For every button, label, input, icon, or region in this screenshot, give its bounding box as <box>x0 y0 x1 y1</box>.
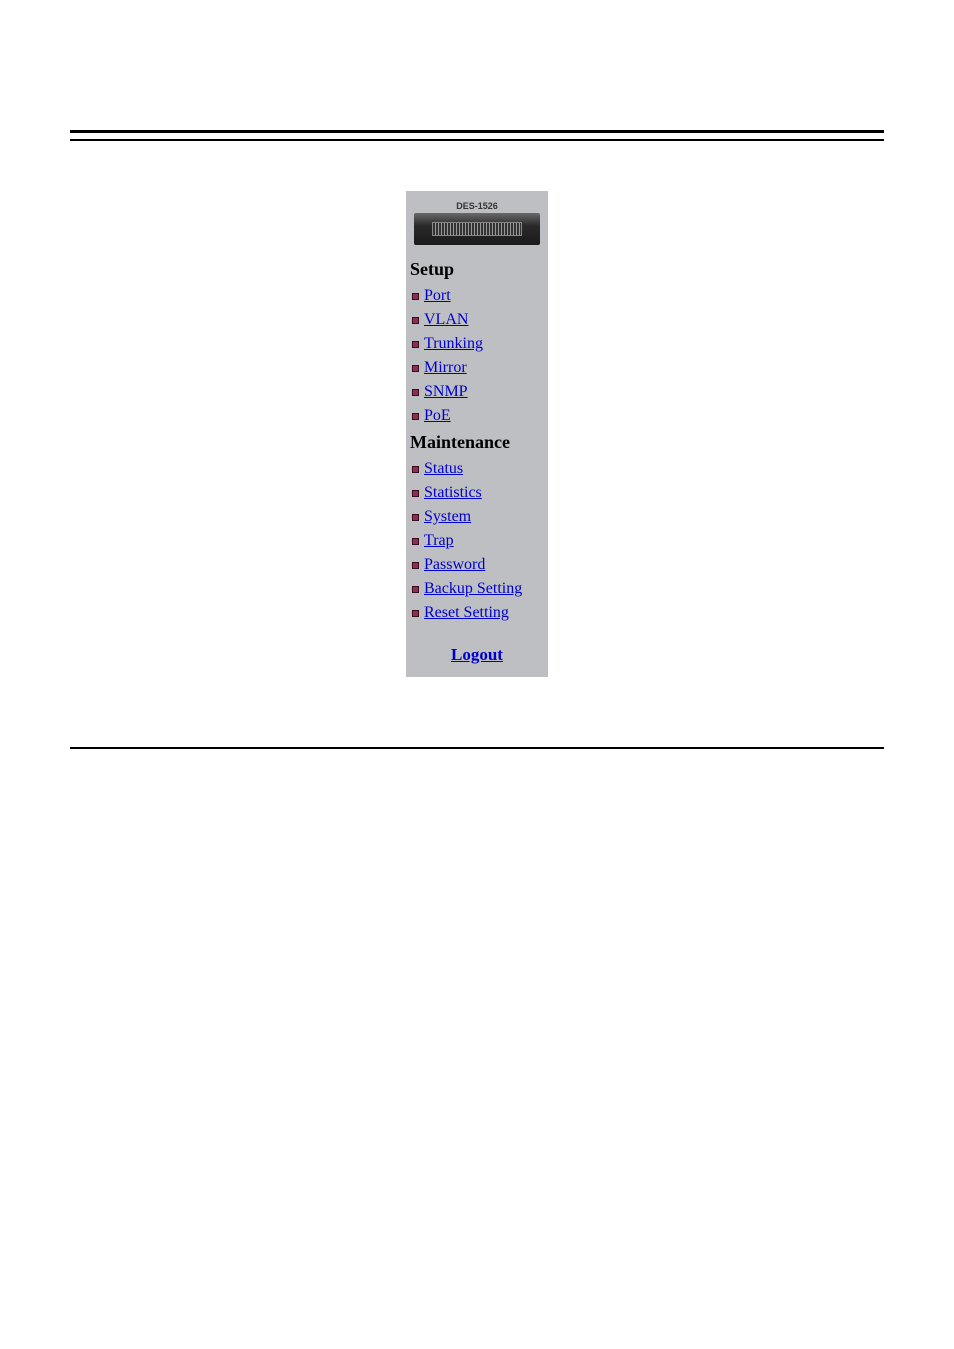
menu-link-label: Reset Setting <box>424 604 509 622</box>
menu-link-label: Trap <box>424 532 454 550</box>
divider-top-thin <box>70 139 884 141</box>
bullet-icon <box>412 562 419 569</box>
bullet-icon <box>412 538 419 545</box>
logout-row: Logout <box>406 625 548 677</box>
menu-item-trunking[interactable]: Trunking <box>406 332 548 356</box>
menu-link-label: Mirror <box>424 359 467 377</box>
bullet-icon <box>412 413 419 420</box>
device-label: DES-1526 <box>412 201 542 211</box>
menu-link-label: Password <box>424 556 485 574</box>
bullet-icon <box>412 490 419 497</box>
divider-top-thick <box>70 130 884 133</box>
bullet-icon <box>412 317 419 324</box>
menu-link-label: PoE <box>424 407 451 425</box>
bullet-icon <box>412 365 419 372</box>
menu-link-label: VLAN <box>424 311 468 329</box>
nav-panel: DES-1526 Setup Port VLAN Trunking Mirror… <box>406 191 548 677</box>
bullet-icon <box>412 586 419 593</box>
menu-link-label: Status <box>424 460 463 478</box>
bullet-icon <box>412 610 419 617</box>
menu-link-label: Backup Setting <box>424 580 522 598</box>
menu-item-vlan[interactable]: VLAN <box>406 308 548 332</box>
menu-item-snmp[interactable]: SNMP <box>406 380 548 404</box>
menu-item-poe[interactable]: PoE <box>406 404 548 428</box>
bullet-icon <box>412 341 419 348</box>
menu-link-label: Port <box>424 287 451 305</box>
menu-item-reset-setting[interactable]: Reset Setting <box>406 601 548 625</box>
menu-item-statistics[interactable]: Statistics <box>406 481 548 505</box>
menu-item-system[interactable]: System <box>406 505 548 529</box>
section-heading-setup: Setup <box>406 255 548 284</box>
menu-item-backup-setting[interactable]: Backup Setting <box>406 577 548 601</box>
bullet-icon <box>412 389 419 396</box>
menu-link-label: System <box>424 508 471 526</box>
section-heading-maintenance: Maintenance <box>406 428 548 457</box>
menu-link-label: SNMP <box>424 383 468 401</box>
bullet-icon <box>412 514 419 521</box>
menu-link-label: Statistics <box>424 484 482 502</box>
menu-item-status[interactable]: Status <box>406 457 548 481</box>
bullet-icon <box>412 293 419 300</box>
logout-link[interactable]: Logout <box>451 645 503 664</box>
menu-link-label: Trunking <box>424 335 483 353</box>
menu-item-mirror[interactable]: Mirror <box>406 356 548 380</box>
device-image <box>414 213 540 245</box>
divider-bottom <box>70 747 884 749</box>
menu-item-trap[interactable]: Trap <box>406 529 548 553</box>
device-ports-graphic <box>432 222 522 236</box>
menu-item-password[interactable]: Password <box>406 553 548 577</box>
bullet-icon <box>412 466 419 473</box>
device-box: DES-1526 <box>406 191 548 255</box>
menu-item-port[interactable]: Port <box>406 284 548 308</box>
